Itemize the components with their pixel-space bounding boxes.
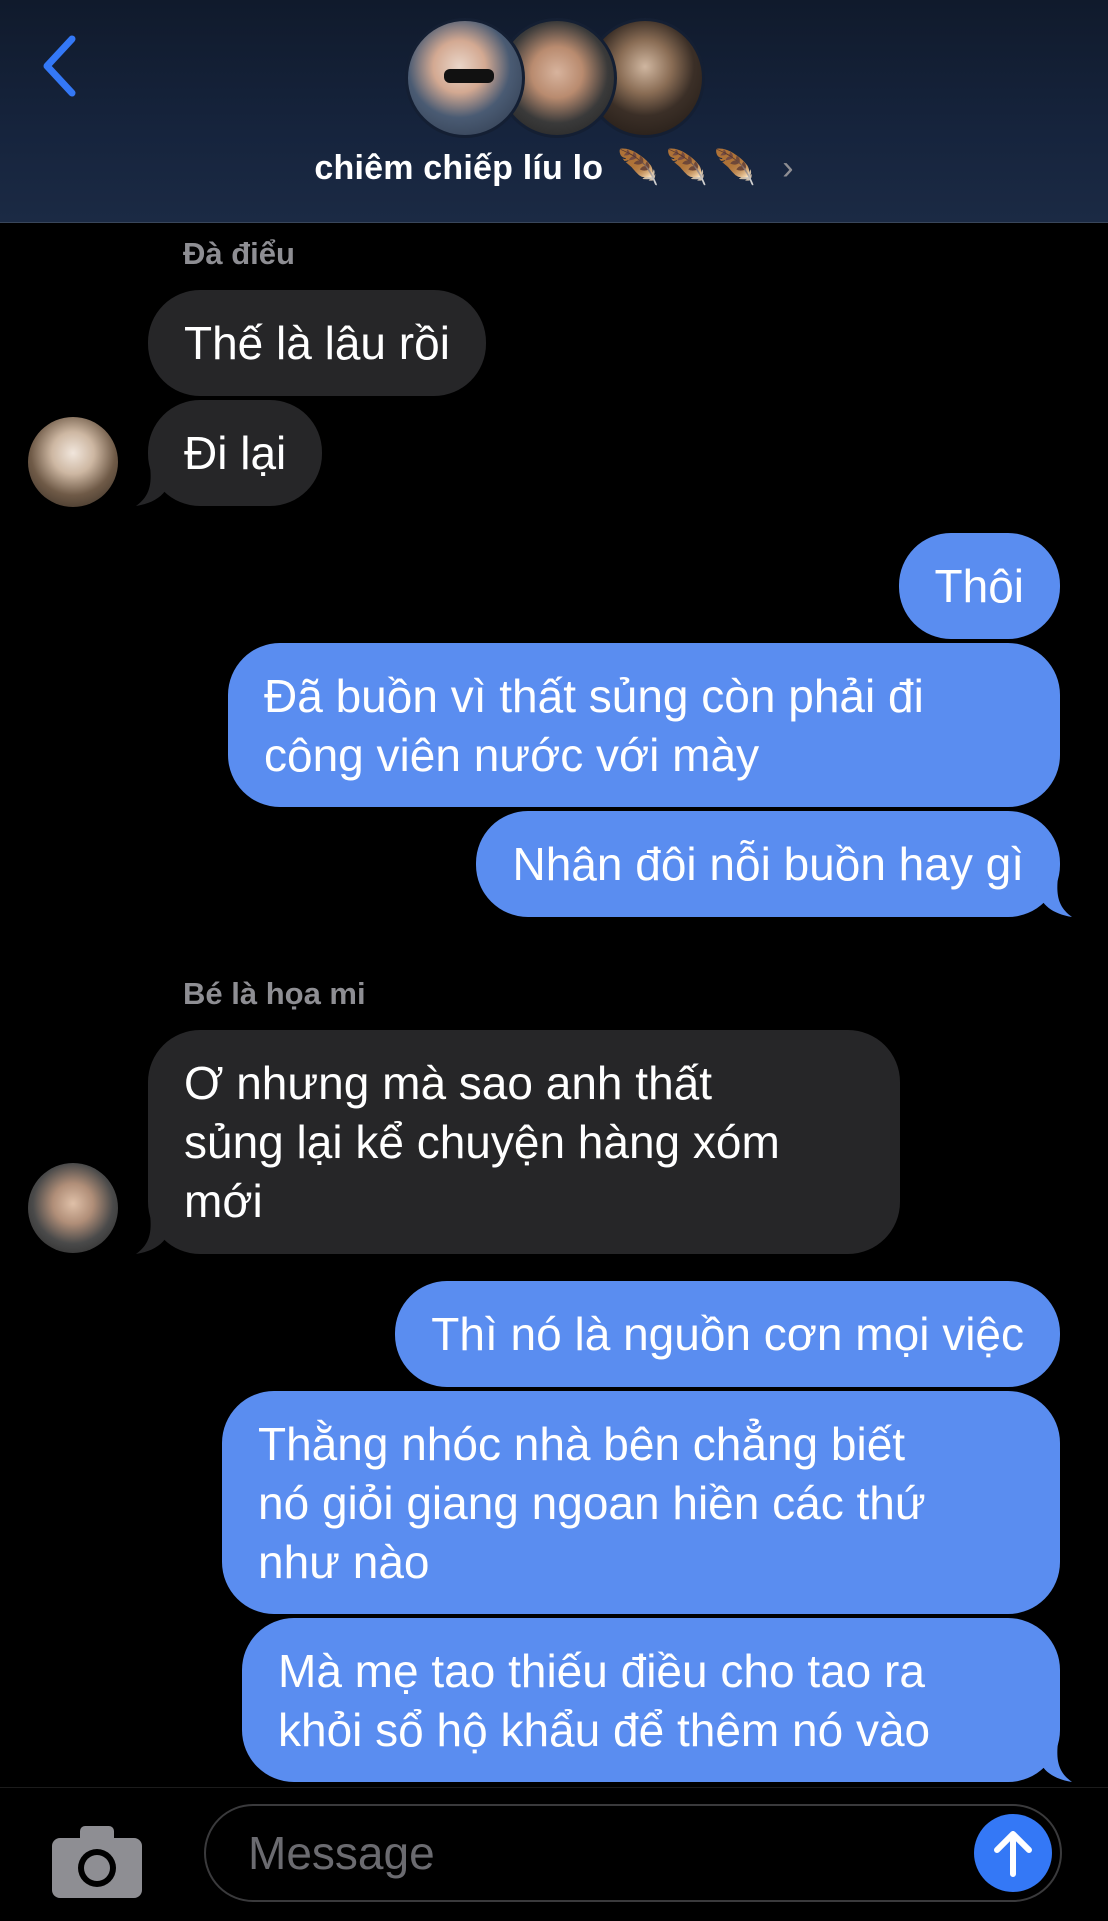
group-title: chiêm chiếp líu lo (314, 148, 604, 187)
camera-icon (52, 1826, 142, 1898)
message-bubble-outgoing[interactable]: Thôi (898, 533, 1060, 639)
message-bubble-outgoing[interactable]: Thằng nhóc nhà bên chẳng biết nó giỏi gi… (222, 1391, 1060, 1614)
chevron-left-icon (43, 35, 76, 97)
bubble-tail (1036, 877, 1072, 917)
camera-button[interactable] (50, 1824, 144, 1900)
group-avatars[interactable] (405, 18, 705, 140)
bubble-tail (136, 1214, 172, 1254)
message-bubble-outgoing[interactable]: Đã buồn vì thất sủng còn phải đi công vi… (228, 643, 1060, 807)
bubble-tail (136, 466, 172, 506)
conversation-header: chiêm chiếp líu lo 🪶🪶🪶 › (0, 0, 1108, 223)
sender-name: Bé là họa mi (183, 976, 366, 1011)
message-bubble-incoming[interactable]: Đi lại (148, 400, 323, 506)
avatar (28, 417, 118, 507)
feather-emoji: 🪶🪶🪶 (617, 149, 763, 187)
message-input[interactable]: Message (204, 1804, 1062, 1902)
back-button[interactable] (34, 30, 84, 102)
message-placeholder: Message (248, 1827, 435, 1879)
message-bubble-outgoing[interactable]: Nhân đôi nỗi buồn hay gì (476, 811, 1060, 917)
message-bubble-outgoing[interactable]: Thì nó là nguồn cơn mọi việc (395, 1281, 1060, 1387)
arrow-up-icon (994, 1831, 1032, 1877)
bubble-tail (1036, 1742, 1072, 1782)
composer-bar: Message (0, 1787, 1108, 1921)
chevron-right-icon: › (782, 148, 794, 187)
group-title-row[interactable]: chiêm chiếp líu lo 🪶🪶🪶 › (0, 140, 1108, 196)
avatar (405, 18, 525, 138)
avatar (28, 1163, 118, 1253)
sender-name: Đà điểu (183, 236, 295, 271)
message-bubble-incoming[interactable]: Thế là lâu rồi (148, 290, 486, 396)
message-bubble-outgoing[interactable]: Mà mẹ tao thiếu điều cho tao ra khỏi sổ … (242, 1618, 1060, 1782)
send-button[interactable] (974, 1814, 1052, 1892)
message-bubble-incoming[interactable]: Ơ nhưng mà sao anh thất sủng lại kể chuy… (148, 1030, 900, 1254)
